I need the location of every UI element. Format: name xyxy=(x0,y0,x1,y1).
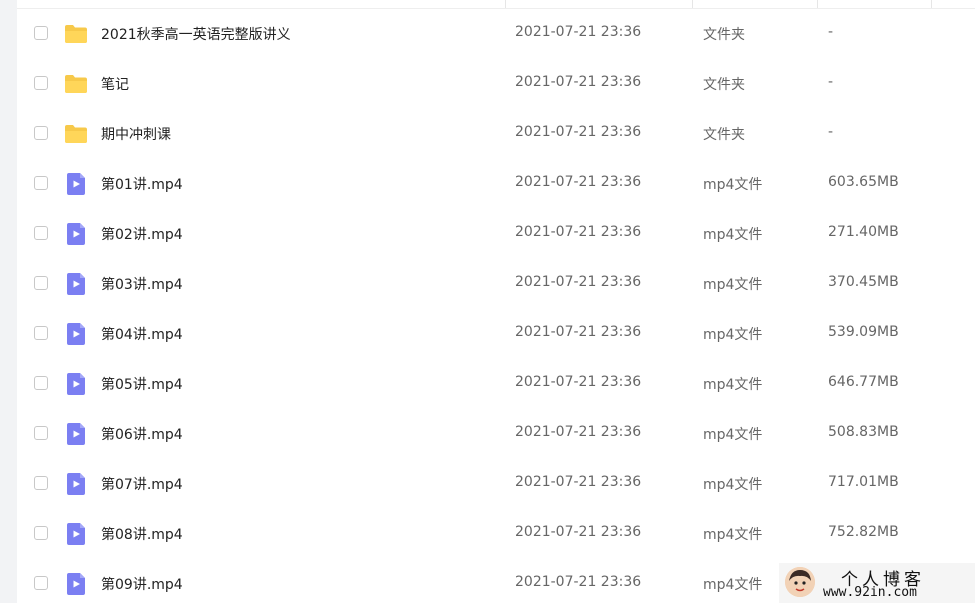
video-file-icon xyxy=(64,322,88,346)
video-file-icon xyxy=(64,272,88,296)
file-type: mp4文件 xyxy=(703,477,763,493)
file-size: 752.82MB xyxy=(828,524,899,540)
file-size: 717.01MB xyxy=(828,474,899,490)
file-name[interactable]: 第03讲.mp4 xyxy=(101,274,183,294)
row-checkbox[interactable] xyxy=(34,526,48,540)
video-file-icon xyxy=(64,572,88,596)
file-name[interactable]: 期中冲刺课 xyxy=(101,124,171,144)
file-date: 2021-07-21 23:36 xyxy=(515,274,642,290)
file-type: mp4文件 xyxy=(703,377,763,393)
file-date: 2021-07-21 23:36 xyxy=(515,324,642,340)
file-row[interactable]: 笔记 2021-07-21 23:36 文件夹 - xyxy=(17,59,975,109)
file-list: 2021秋季高一英语完整版讲义 2021-07-21 23:36 文件夹 - 笔记 202… xyxy=(17,9,975,609)
avatar xyxy=(785,567,815,597)
column-divider[interactable] xyxy=(931,0,932,8)
file-size: - xyxy=(828,24,834,40)
file-type: mp4文件 xyxy=(703,277,763,293)
file-name[interactable]: 第06讲.mp4 xyxy=(101,424,183,444)
file-name[interactable]: 第08讲.mp4 xyxy=(101,524,183,544)
file-type: mp4文件 xyxy=(703,227,763,243)
file-type: mp4文件 xyxy=(703,177,763,193)
row-checkbox[interactable] xyxy=(34,326,48,340)
video-file-icon xyxy=(64,422,88,446)
file-type: 文件夹 xyxy=(703,77,745,93)
file-date: 2021-07-21 23:36 xyxy=(515,74,642,90)
video-file-icon xyxy=(64,222,88,246)
file-row[interactable]: 第05讲.mp4 2021-07-21 23:36 mp4文件 646.77MB xyxy=(17,359,975,409)
file-date: 2021-07-21 23:36 xyxy=(515,124,642,140)
row-checkbox[interactable] xyxy=(34,376,48,390)
file-name[interactable]: 笔记 xyxy=(101,74,129,94)
file-type: mp4文件 xyxy=(703,527,763,543)
video-file-icon xyxy=(64,472,88,496)
file-date: 2021-07-21 23:36 xyxy=(515,474,642,490)
file-date: 2021-07-21 23:36 xyxy=(515,524,642,540)
file-size: 539.09MB xyxy=(828,324,899,340)
watermark: 个人博客 www.92in.com xyxy=(779,563,975,603)
file-row[interactable]: 2021秋季高一英语完整版讲义 2021-07-21 23:36 文件夹 - xyxy=(17,9,975,59)
file-date: 2021-07-21 23:36 xyxy=(515,174,642,190)
file-row[interactable]: 第07讲.mp4 2021-07-21 23:36 mp4文件 717.01MB xyxy=(17,459,975,509)
file-name[interactable]: 2021秋季高一英语完整版讲义 xyxy=(101,24,291,44)
file-size: 508.83MB xyxy=(828,424,899,440)
file-date: 2021-07-21 23:36 xyxy=(515,224,642,240)
left-panel-edge xyxy=(0,0,17,603)
row-checkbox[interactable] xyxy=(34,126,48,140)
file-size: - xyxy=(828,74,834,90)
file-row[interactable]: 期中冲刺课 2021-07-21 23:36 文件夹 - xyxy=(17,109,975,159)
column-divider[interactable] xyxy=(692,0,693,8)
file-size: 646.77MB xyxy=(828,374,899,390)
file-size: - xyxy=(828,124,834,140)
folder-icon xyxy=(64,22,88,46)
file-name[interactable]: 第07讲.mp4 xyxy=(101,474,183,494)
file-type: mp4文件 xyxy=(703,427,763,443)
file-date: 2021-07-21 23:36 xyxy=(515,574,642,590)
video-file-icon xyxy=(64,172,88,196)
file-name[interactable]: 第05讲.mp4 xyxy=(101,374,183,394)
folder-icon xyxy=(64,72,88,96)
row-checkbox[interactable] xyxy=(34,176,48,190)
file-type: mp4文件 xyxy=(703,327,763,343)
file-row[interactable]: 第01讲.mp4 2021-07-21 23:36 mp4文件 603.65MB xyxy=(17,159,975,209)
file-row[interactable]: 第02讲.mp4 2021-07-21 23:36 mp4文件 271.40MB xyxy=(17,209,975,259)
file-row[interactable]: 第06讲.mp4 2021-07-21 23:36 mp4文件 508.83MB xyxy=(17,409,975,459)
file-date: 2021-07-21 23:36 xyxy=(515,374,642,390)
file-name[interactable]: 第02讲.mp4 xyxy=(101,224,183,244)
column-divider[interactable] xyxy=(817,0,818,8)
table-header xyxy=(17,0,975,9)
video-file-icon xyxy=(64,522,88,546)
video-file-icon xyxy=(64,372,88,396)
file-type: 文件夹 xyxy=(703,27,745,43)
row-checkbox[interactable] xyxy=(34,226,48,240)
folder-icon xyxy=(64,122,88,146)
file-type: 文件夹 xyxy=(703,127,745,143)
file-row[interactable]: 第04讲.mp4 2021-07-21 23:36 mp4文件 539.09MB xyxy=(17,309,975,359)
column-divider[interactable] xyxy=(505,0,506,8)
row-checkbox[interactable] xyxy=(34,426,48,440)
file-date: 2021-07-21 23:36 xyxy=(515,424,642,440)
watermark-url: www.92in.com xyxy=(823,585,917,600)
row-checkbox[interactable] xyxy=(34,476,48,490)
file-row[interactable]: 第03讲.mp4 2021-07-21 23:36 mp4文件 370.45MB xyxy=(17,259,975,309)
file-size: 603.65MB xyxy=(828,174,899,190)
file-name[interactable]: 第01讲.mp4 xyxy=(101,174,183,194)
file-row[interactable]: 第08讲.mp4 2021-07-21 23:36 mp4文件 752.82MB xyxy=(17,509,975,559)
file-size: 370.45MB xyxy=(828,274,899,290)
file-name[interactable]: 第09讲.mp4 xyxy=(101,574,183,594)
file-name[interactable]: 第04讲.mp4 xyxy=(101,324,183,344)
row-checkbox[interactable] xyxy=(34,276,48,290)
file-size: 271.40MB xyxy=(828,224,899,240)
row-checkbox[interactable] xyxy=(34,576,48,590)
file-date: 2021-07-21 23:36 xyxy=(515,24,642,40)
file-type: mp4文件 xyxy=(703,577,763,593)
row-checkbox[interactable] xyxy=(34,26,48,40)
row-checkbox[interactable] xyxy=(34,76,48,90)
